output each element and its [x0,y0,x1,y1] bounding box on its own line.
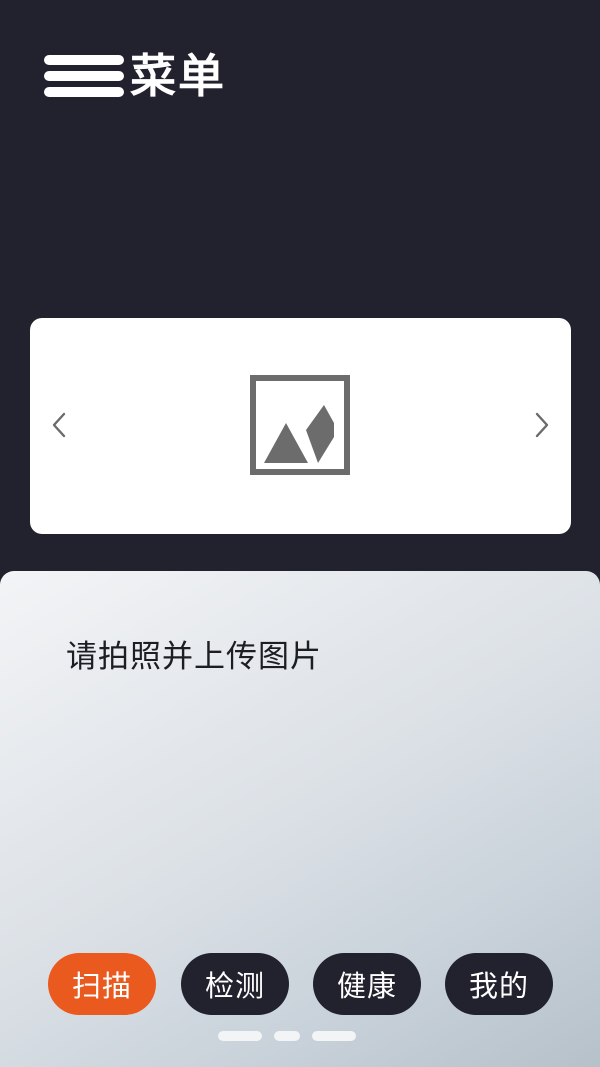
bottom-nav: 扫描 检测 健康 我的 [48,953,558,1015]
nav-detect-button[interactable]: 检测 [181,953,289,1015]
nav-profile-button[interactable]: 我的 [445,953,553,1015]
nav-scan-button[interactable]: 扫描 [48,953,156,1015]
chevron-right-icon[interactable] [527,410,557,440]
image-placeholder-icon [250,375,350,475]
menu-icon[interactable] [44,51,124,101]
image-carousel[interactable] [30,318,571,534]
upload-prompt: 请拍照并上传图片 [66,639,322,675]
chevron-left-icon[interactable] [44,410,74,440]
upload-panel: 请拍照并上传图片 扫描 检测 健康 我的 [0,571,600,1067]
page-indicator-dot [218,1031,262,1041]
page-title: 菜单 [130,49,226,103]
nav-health-button[interactable]: 健康 [313,953,421,1015]
page-indicator [218,1031,358,1043]
app-screen: 菜单 请拍照并上传图片 扫描 检测 健康 我的 [0,0,600,1067]
page-indicator-dot [312,1031,356,1041]
header: 菜单 [44,48,226,104]
page-indicator-dot [274,1031,300,1041]
